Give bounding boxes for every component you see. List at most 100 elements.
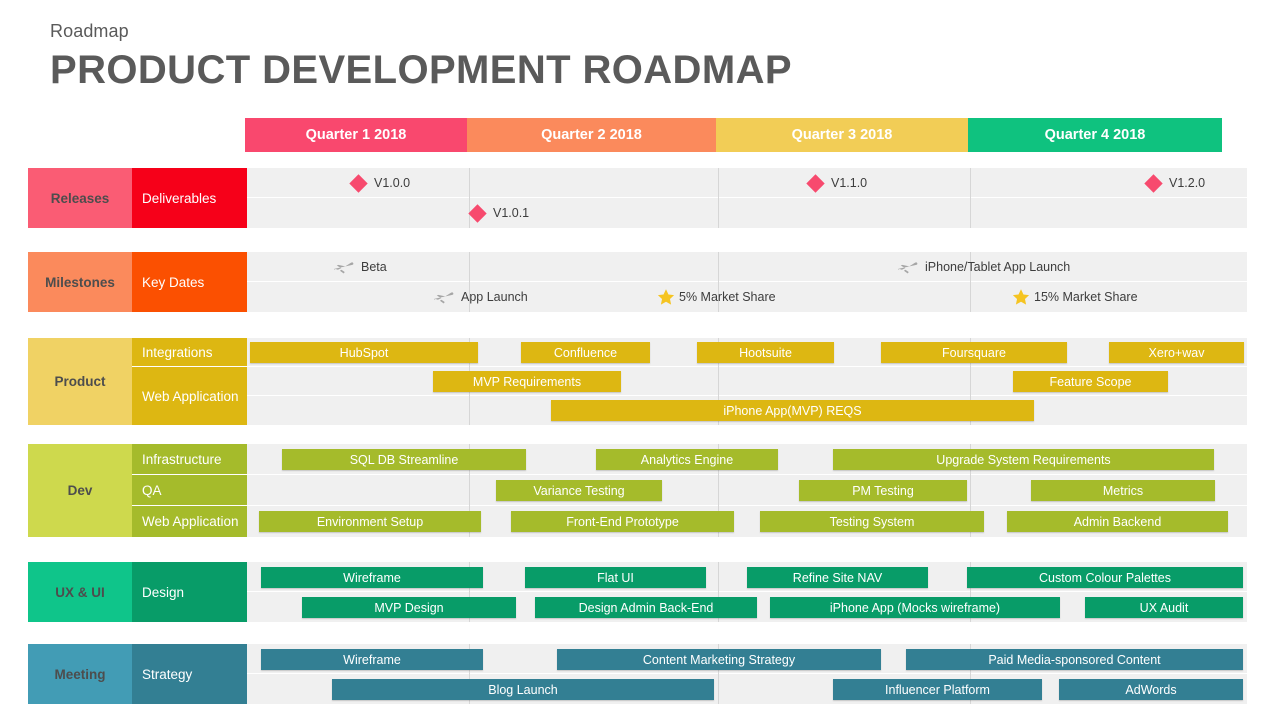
task-bar[interactable]: MVP Requirements (433, 371, 621, 392)
category-label-dev[interactable]: Dev (28, 444, 132, 537)
task-bar[interactable]: Custom Colour Palettes (967, 567, 1243, 588)
task-bar[interactable]: Influencer Platform (833, 679, 1042, 700)
quarter-divider-1 (469, 168, 470, 228)
quarter-header-2[interactable]: Quarter 2 2018 (467, 118, 716, 152)
timeline-lanes: Wireframe Flat UI Refine Site NAV Custom Co… (247, 562, 1247, 622)
subcategory-label-qa[interactable]: QA (132, 475, 247, 506)
task-bar[interactable]: Design Admin Back-End (535, 597, 757, 618)
task-bar[interactable]: Upgrade System Requirements (833, 449, 1214, 470)
milestone-label: iPhone/Tablet App Launch (925, 260, 1071, 274)
task-bar[interactable]: iPhone App (Mocks wireframe) (770, 597, 1060, 618)
timeline-lanes: V1.0.0 V1.1.0 V1.2.0 V1.0.1 (247, 168, 1247, 228)
task-bar[interactable]: MVP Design (302, 597, 516, 618)
subcategory-label-infrastructure[interactable]: Infrastructure (132, 444, 247, 475)
quarter-divider-3 (970, 168, 971, 228)
category-label-releases[interactable]: Releases (28, 168, 132, 228)
task-bar[interactable]: Front-End Prototype (511, 511, 734, 532)
milestone-label: V1.0.1 (493, 206, 530, 220)
subcategory-column: Integrations Web Application (132, 338, 247, 425)
milestone-label: Beta (361, 260, 387, 274)
task-bar[interactable]: Xero+wav (1109, 342, 1244, 363)
category-label-meeting[interactable]: Meeting (28, 644, 132, 704)
quarter-divider-2 (718, 168, 719, 228)
task-bar[interactable]: SQL DB Streamline (282, 449, 526, 470)
eyebrow-label: Roadmap (50, 21, 129, 41)
milestone-marker[interactable]: 5% Market Share (657, 282, 776, 312)
task-bar[interactable]: Blog Launch (332, 679, 714, 700)
milestone-marker[interactable]: V1.1.0 (806, 168, 868, 198)
task-bar[interactable]: Paid Media-sponsored Content (906, 649, 1243, 670)
airplane-icon (897, 259, 918, 275)
milestone-marker[interactable]: V1.2.0 (1144, 168, 1205, 198)
quarter-header-4[interactable]: Quarter 4 2018 (968, 118, 1222, 152)
task-bar[interactable]: Refine Site NAV (747, 567, 928, 588)
roadmap-grid: Releases Deliverables V1.0.0 V1.1.0 V1.2.0 V1… (0, 152, 1280, 718)
timeline-lane (247, 252, 1247, 282)
milestone-marker[interactable]: V1.0.1 (468, 198, 530, 228)
milestone-marker[interactable]: Beta (333, 252, 387, 282)
subcategory-column: Strategy (132, 644, 247, 704)
task-bar[interactable]: Hootsuite (697, 342, 834, 363)
task-bar[interactable]: Flat UI (525, 567, 706, 588)
star-icon (1012, 288, 1030, 306)
subcategory-label-web-application[interactable]: Web Application (132, 367, 247, 425)
milestone-marker[interactable]: V1.0.0 (349, 168, 411, 198)
subcategory-column: Key Dates (132, 252, 247, 312)
quarter-header-row: Quarter 1 2018 Quarter 2 2018 Quarter 3 20… (245, 118, 1247, 152)
diamond-icon (349, 173, 368, 193)
quarter-header-1[interactable]: Quarter 1 2018 (245, 118, 467, 152)
task-bar[interactable]: Wireframe (261, 567, 483, 588)
airplane-icon (433, 289, 454, 305)
subcategory-label-integrations[interactable]: Integrations (132, 338, 247, 367)
task-bar[interactable]: iPhone App(MVP) REQS (551, 400, 1034, 421)
task-bar[interactable]: Content Marketing Strategy (557, 649, 881, 670)
subcategory-label-strategy[interactable]: Strategy (132, 644, 247, 704)
task-bar[interactable]: PM Testing (799, 480, 967, 501)
roadmap-group-ux-ui: UX & UI Design Wireframe Flat UI Refine Site… (28, 562, 1247, 622)
timeline-lanes: Beta iPhone/Tablet App Launch App Launch 5%… (247, 252, 1247, 312)
category-label-product[interactable]: Product (28, 338, 132, 425)
star-icon (657, 288, 675, 306)
task-bar[interactable]: UX Audit (1085, 597, 1243, 618)
task-bar[interactable]: Admin Backend (1007, 511, 1228, 532)
task-bar[interactable]: Feature Scope (1013, 371, 1168, 392)
roadmap-group-releases: Releases Deliverables V1.0.0 V1.1.0 V1.2.0 V1… (28, 168, 1247, 228)
task-bar[interactable]: Wireframe (261, 649, 483, 670)
task-bar[interactable]: Metrics (1031, 480, 1215, 501)
milestone-label: V1.0.0 (374, 176, 411, 190)
category-label-milestones[interactable]: Milestones (28, 252, 132, 312)
roadmap-group-dev: Dev Infrastructure QA Web Application SQL DB… (28, 444, 1247, 537)
task-bar[interactable]: Foursquare (881, 342, 1067, 363)
milestone-label: 15% Market Share (1034, 290, 1138, 304)
subcategory-column: Deliverables (132, 168, 247, 228)
subcategory-column: Design (132, 562, 247, 622)
task-bar[interactable]: Confluence (521, 342, 650, 363)
task-bar[interactable]: AdWords (1059, 679, 1243, 700)
roadmap-chart: Quarter 1 2018 Quarter 2 2018 Quarter 3 20… (0, 118, 1280, 718)
category-label-ux-ui[interactable]: UX & UI (28, 562, 132, 622)
task-bar[interactable]: Environment Setup (259, 511, 481, 532)
milestone-marker[interactable]: App Launch (433, 282, 528, 312)
milestone-marker[interactable]: iPhone/Tablet App Launch (897, 252, 1070, 282)
subcategory-label-deliverables[interactable]: Deliverables (132, 168, 247, 228)
task-bar[interactable]: Variance Testing (496, 480, 662, 501)
subcategory-column: Infrastructure QA Web Application (132, 444, 247, 537)
milestone-label: V1.1.0 (831, 176, 868, 190)
page-header: Roadmap PRODUCT DEVELOPMENT ROADMAP (50, 22, 792, 90)
milestone-marker[interactable]: 15% Market Share (1012, 282, 1138, 312)
task-bar[interactable]: Analytics Engine (596, 449, 778, 470)
task-bar[interactable]: Testing System (760, 511, 984, 532)
diamond-icon (468, 203, 487, 223)
subcategory-label-web-application[interactable]: Web Application (132, 506, 247, 537)
airplane-icon (333, 259, 354, 275)
roadmap-group-product: Product Integrations Web Application HubSpo… (28, 338, 1247, 425)
timeline-lanes: Wireframe Content Marketing Strategy Paid … (247, 644, 1247, 704)
diamond-icon (1144, 173, 1163, 193)
task-bar[interactable]: HubSpot (250, 342, 478, 363)
subcategory-label-key-dates[interactable]: Key Dates (132, 252, 247, 312)
quarter-header-3[interactable]: Quarter 3 2018 (716, 118, 968, 152)
diamond-icon (806, 173, 825, 193)
roadmap-group-milestones: Milestones Key Dates Beta iPhone/Tablet App… (28, 252, 1247, 312)
subcategory-label-design[interactable]: Design (132, 562, 247, 622)
milestone-label: 5% Market Share (679, 290, 776, 304)
